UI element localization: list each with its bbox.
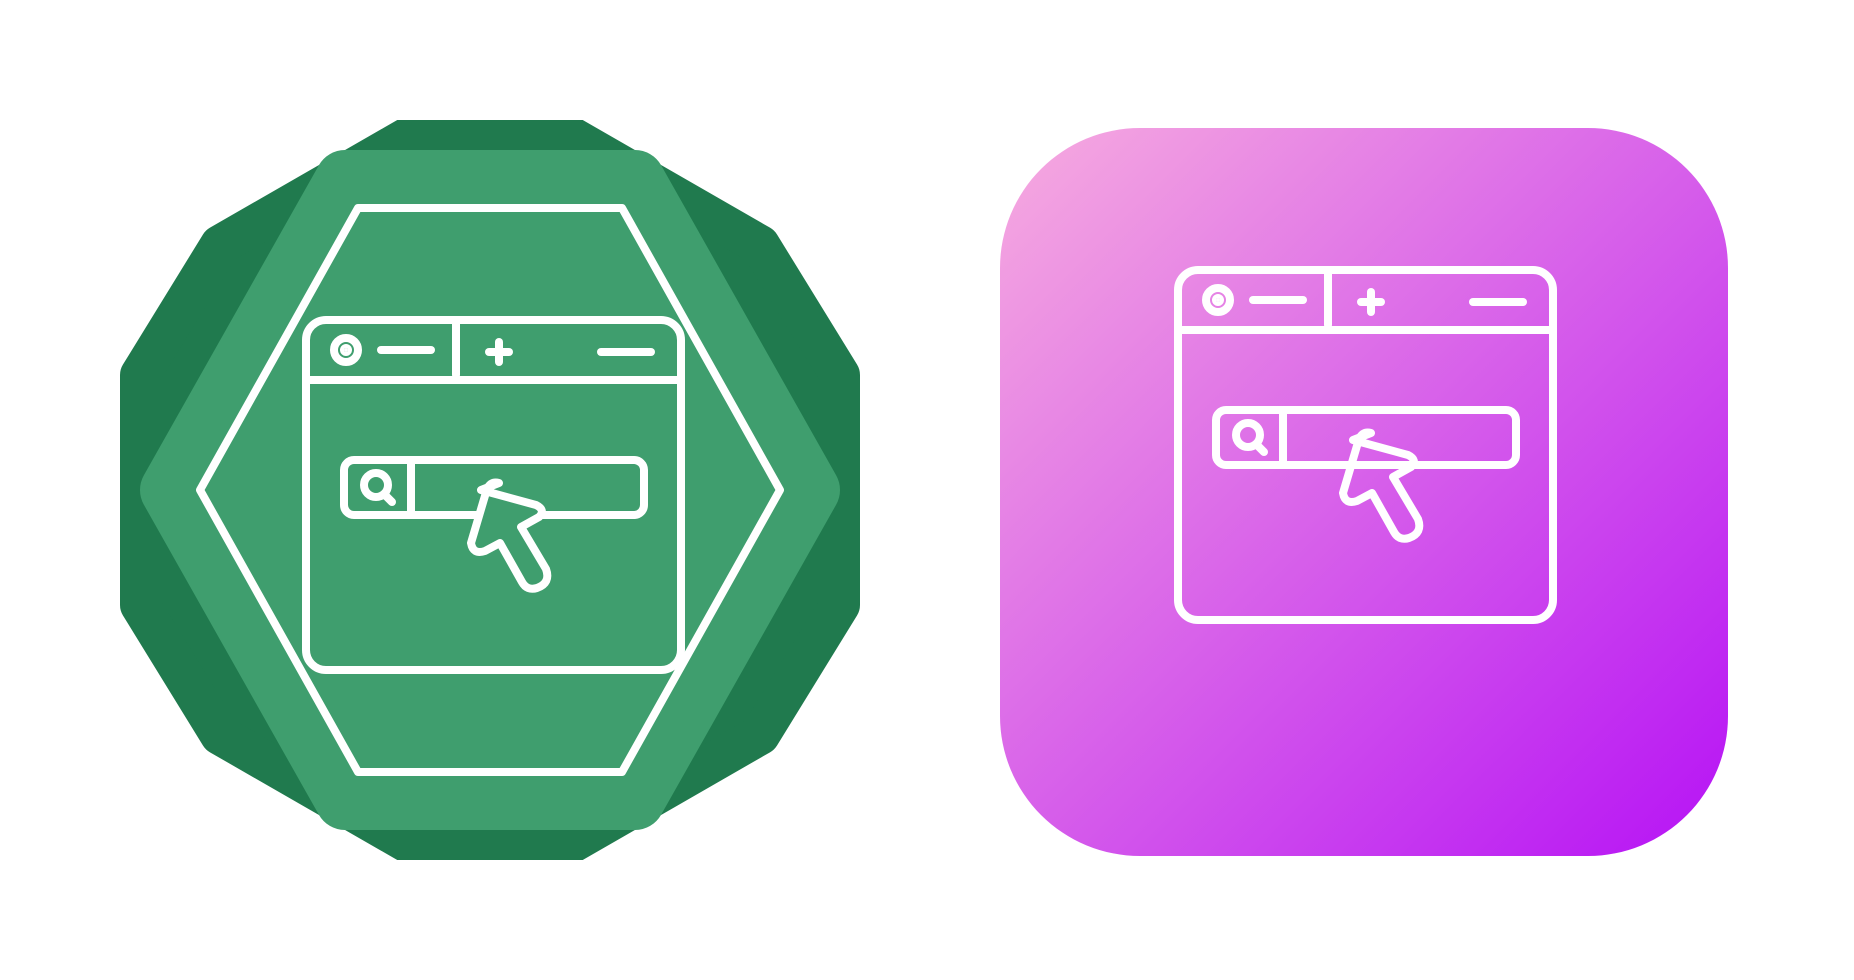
badge-background [1000, 128, 1728, 856]
browser-search-click-icon [1000, 128, 1728, 856]
green-octagon-badge [120, 120, 860, 860]
browser-search-click-icon [120, 120, 860, 860]
gradient-square-badge [1000, 128, 1728, 856]
